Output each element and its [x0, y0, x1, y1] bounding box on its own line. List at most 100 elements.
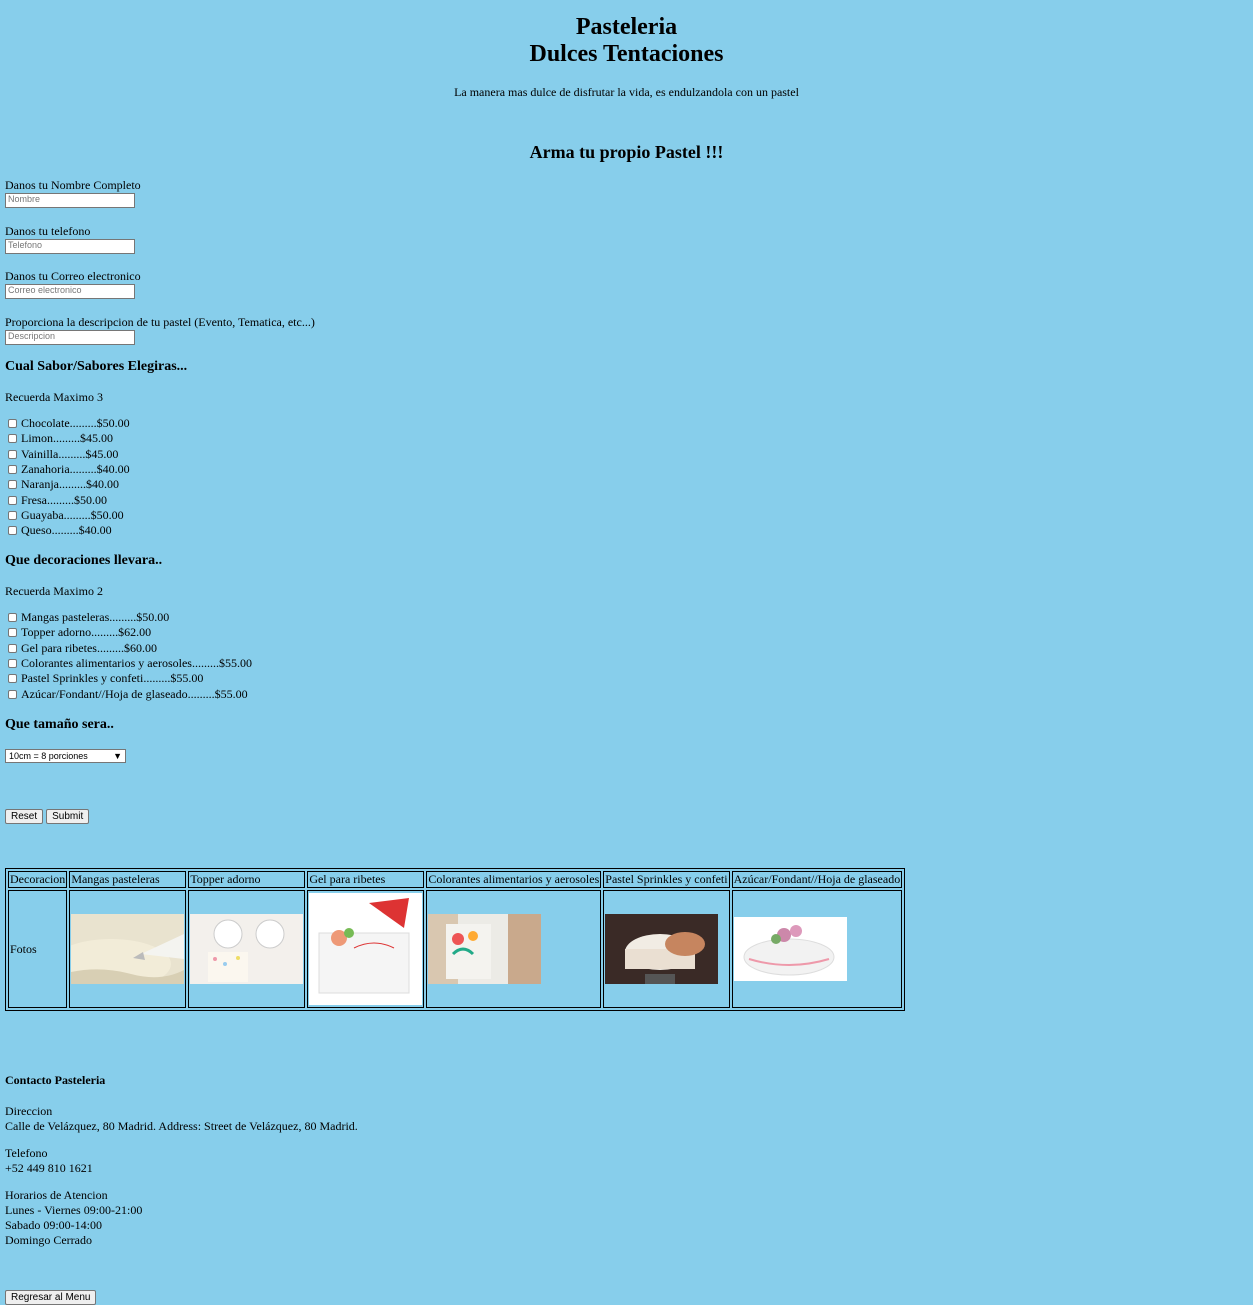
table-row-label: Fotos	[8, 890, 68, 1008]
decoration-option[interactable]: Topper adorno.........$62.00	[5, 625, 252, 640]
sprinkles-photo	[605, 914, 719, 984]
checkbox[interactable]	[8, 434, 17, 444]
table-row: Fotos	[8, 890, 903, 1008]
flavor-label: Limon.........$45.00	[21, 431, 113, 446]
phone-text: +52 449 810 1621	[5, 1161, 93, 1175]
email-label: Danos tu Correo electronico	[5, 269, 141, 283]
table-header-cell: Colorantes alimentarios y aerosoles	[426, 871, 602, 888]
hours-label: Horarios de Atencion	[5, 1188, 108, 1202]
contact-section: Contacto Pasteleria Direccion Calle de V…	[5, 1073, 358, 1248]
checkbox[interactable]	[8, 613, 17, 623]
checkbox[interactable]	[8, 495, 17, 505]
flavor-label: Fresa.........$50.00	[21, 492, 107, 507]
photo-cell	[188, 890, 306, 1008]
table-header-cell: Mangas pasteleras	[69, 871, 187, 888]
decoration-option[interactable]: Mangas pasteleras.........$50.00	[5, 610, 252, 625]
checkbox[interactable]	[8, 449, 17, 459]
fondant-cake-photo	[733, 917, 847, 981]
flavor-label: Vainilla.........$45.00	[21, 446, 119, 461]
decoration-label: Gel para ribetes.........$60.00	[21, 640, 157, 655]
table-header-cell: Topper adorno	[188, 871, 306, 888]
chevron-down-icon: ▼	[113, 751, 122, 761]
decoration-label: Mangas pasteleras.........$50.00	[21, 610, 170, 625]
flavor-label: Naranja.........$40.00	[21, 477, 119, 492]
flavor-label: Zanahoria.........$40.00	[21, 462, 130, 477]
name-input[interactable]: Nombre	[5, 193, 135, 208]
table-header-cell: Decoracion	[8, 871, 68, 888]
flavor-option[interactable]: Limon.........$45.00	[5, 431, 130, 446]
size-heading: Que tamaño sera..	[5, 717, 114, 732]
photo-cell	[603, 890, 730, 1008]
decorations-heading: Que decoraciones llevara..	[5, 553, 163, 568]
table-header-cell: Azúcar/Fondant//Hoja de glaseado	[731, 871, 903, 888]
table-header-row: Decoracion Mangas pasteleras Topper ador…	[8, 871, 903, 888]
checkbox[interactable]	[8, 526, 17, 536]
address-text: Calle de Velázquez, 80 Madrid. Address: …	[5, 1119, 358, 1133]
decoration-option[interactable]: Azúcar/Fondant//Hoja de glaseado........…	[5, 686, 252, 701]
page-title-line1: Pasteleria	[575, 14, 678, 40]
decoration-option[interactable]: Pastel Sprinkles y confeti.........$55.0…	[5, 671, 252, 686]
checkbox[interactable]	[8, 659, 17, 669]
flavor-option[interactable]: Naranja.........$40.00	[5, 477, 130, 492]
photo-cell	[69, 890, 187, 1008]
address-label: Direccion	[5, 1104, 53, 1118]
decoration-label: Pastel Sprinkles y confeti.........$55.0…	[21, 671, 204, 686]
topper-photo	[190, 914, 304, 984]
table-header-cell: Gel para ribetes	[307, 871, 425, 888]
form-buttons: Reset Submit	[5, 808, 90, 824]
email-input[interactable]: Correo electronico	[5, 284, 135, 299]
tagline: La manera mas dulce de disfrutar la vida…	[454, 85, 799, 99]
flavor-option[interactable]: Queso.........$40.00	[5, 523, 130, 538]
description-input[interactable]: Descripcion	[5, 330, 135, 345]
section-title: Arma tu propio Pastel !!!	[529, 142, 724, 162]
checkbox[interactable]	[8, 674, 17, 684]
flavor-option[interactable]: Fresa.........$50.00	[5, 492, 130, 507]
checkbox[interactable]	[8, 465, 17, 475]
photo-cell	[307, 890, 425, 1008]
checkbox[interactable]	[8, 643, 17, 653]
flavor-label: Queso.........$40.00	[21, 523, 112, 538]
phone-input[interactable]: Telefono	[5, 239, 135, 254]
flavors-heading: Cual Sabor/Sabores Elegiras...	[5, 359, 188, 374]
flavor-label: Chocolate.........$50.00	[21, 416, 130, 431]
decoration-label: Azúcar/Fondant//Hoja de glaseado........…	[21, 686, 248, 701]
hours-sunday: Domingo Cerrado	[5, 1233, 92, 1247]
hours-weekdays: Lunes - Viernes 09:00-21:00	[5, 1203, 143, 1217]
decoration-option[interactable]: Colorantes alimentarios y aerosoles.....…	[5, 656, 252, 671]
flavors-note: Recuerda Maximo 3	[5, 390, 103, 404]
page-title-line2: Dulces Tentaciones	[529, 41, 724, 67]
decoration-list: Mangas pasteleras.........$50.00 Topper …	[5, 610, 252, 702]
checkbox[interactable]	[8, 480, 17, 490]
phone-label-contact: Telefono	[5, 1146, 48, 1160]
description-label: Proporciona la descripcion de tu pastel …	[5, 315, 315, 329]
photo-cell	[731, 890, 903, 1008]
flavor-list: Chocolate.........$50.00 Limon.........$…	[5, 416, 130, 538]
flavor-label: Guayaba.........$50.00	[21, 507, 124, 522]
back-to-menu-button[interactable]: Regresar al Menu	[5, 1290, 97, 1305]
checkbox[interactable]	[8, 419, 17, 429]
flavor-option[interactable]: Vainilla.........$45.00	[5, 447, 130, 462]
size-select-value: 10cm = 8 porciones	[9, 751, 88, 761]
flavor-option[interactable]: Chocolate.........$50.00	[5, 416, 130, 431]
colorants-photo	[428, 914, 542, 984]
gel-cake-photo	[309, 893, 423, 1005]
checkbox[interactable]	[8, 510, 17, 520]
decoration-label: Colorantes alimentarios y aerosoles.....…	[21, 656, 252, 671]
submit-button[interactable]: Submit	[46, 809, 90, 824]
decorations-note: Recuerda Maximo 2	[5, 584, 103, 598]
checkbox[interactable]	[8, 628, 17, 638]
name-label: Danos tu Nombre Completo	[5, 178, 141, 192]
decoration-option[interactable]: Gel para ribetes.........$60.00	[5, 641, 252, 656]
phone-label: Danos tu telefono	[5, 224, 91, 238]
photo-cell	[426, 890, 602, 1008]
piping-bag-photo	[71, 914, 185, 984]
hours-saturday: Sabado 09:00-14:00	[5, 1218, 102, 1232]
decorations-table: Decoracion Mangas pasteleras Topper ador…	[5, 868, 906, 1011]
reset-button[interactable]: Reset	[5, 809, 44, 824]
table-header-cell: Pastel Sprinkles y confeti	[603, 871, 730, 888]
contact-heading: Contacto Pasteleria	[5, 1073, 106, 1087]
flavor-option[interactable]: Zanahoria.........$40.00	[5, 462, 130, 477]
size-select[interactable]: 10cm = 8 porciones ▼	[5, 749, 126, 763]
flavor-option[interactable]: Guayaba.........$50.00	[5, 508, 130, 523]
checkbox[interactable]	[8, 689, 17, 699]
